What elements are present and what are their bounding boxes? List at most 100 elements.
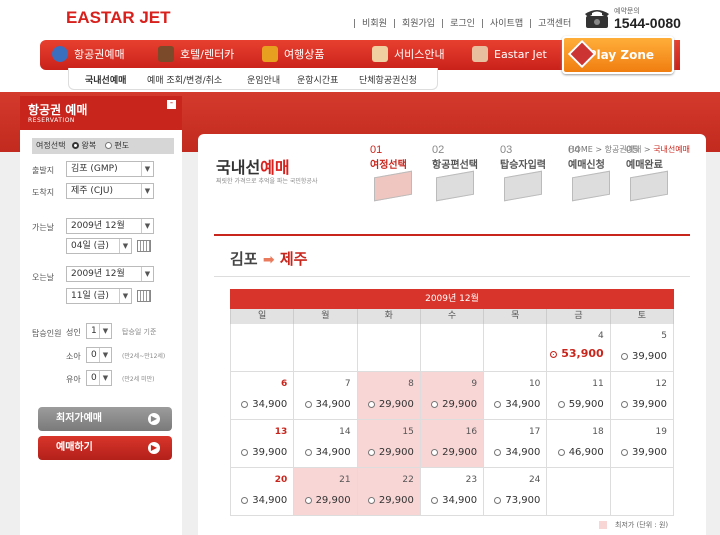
- subnav-group[interactable]: 단체항공권신청: [359, 73, 417, 86]
- fare-radio[interactable]: [304, 496, 312, 504]
- fare-price: 39,900: [620, 399, 667, 410]
- calendar-day[interactable]: 9 29,900: [420, 372, 485, 419]
- calendar-day[interactable]: 22 29,900: [357, 468, 421, 515]
- fare-radio[interactable]: [494, 448, 502, 456]
- calendar-day[interactable]: 20 34,900: [231, 468, 295, 515]
- fare-radio[interactable]: [494, 496, 502, 504]
- fare-amount: 34,900: [315, 447, 351, 458]
- minimize-icon[interactable]: -: [167, 99, 176, 109]
- step-4: 04 예매신청: [568, 144, 624, 204]
- to-select[interactable]: 제주 (CJU) ▼: [66, 183, 154, 199]
- depart-day-select[interactable]: 04일 (금) ▼: [66, 238, 132, 254]
- calendar-day[interactable]: 21 29,900: [294, 468, 358, 515]
- route-title: 김포 ➡ 제주: [230, 248, 307, 269]
- fare-radio[interactable]: [431, 400, 439, 408]
- top-link-join[interactable]: 회원가입: [402, 19, 435, 29]
- calendar-day[interactable]: 7 34,900: [294, 372, 358, 419]
- fare-price: 29,900: [367, 447, 414, 458]
- from-select[interactable]: 김포 (GMP) ▼: [66, 161, 154, 177]
- panel-title: 항공권 예매: [28, 103, 88, 117]
- calendar-day[interactable]: 12 39,900: [611, 372, 674, 419]
- fare-radio[interactable]: [557, 448, 565, 456]
- top-link-support[interactable]: 고객센터: [538, 19, 571, 29]
- depart-month-select[interactable]: 2009년 12월 ▼: [66, 218, 154, 234]
- chevron-down-icon: ▼: [141, 162, 153, 176]
- day-number: 20: [274, 475, 288, 485]
- fare-amount: 29,900: [378, 399, 414, 410]
- fare-radio[interactable]: [304, 400, 312, 408]
- calendar-day[interactable]: 5 39,900: [611, 324, 674, 371]
- fare-amount: 29,900: [442, 399, 478, 410]
- calendar-day[interactable]: 16 29,900: [420, 420, 485, 467]
- calendar-day[interactable]: 8 29,900: [357, 372, 421, 419]
- calendar-icon[interactable]: [137, 240, 151, 252]
- nav-service-info[interactable]: 서비스안내: [372, 40, 445, 70]
- eastar-jet-logo[interactable]: EASTAR JET: [66, 8, 171, 28]
- top-link-sitemap[interactable]: 사이트맵: [490, 19, 523, 29]
- book-button[interactable]: 예매하기 ▶: [38, 436, 172, 460]
- weekday-sun: 일: [231, 309, 295, 324]
- day-number: 12: [655, 379, 667, 389]
- calendar-day[interactable]: 6 34,900: [231, 372, 295, 419]
- calendar-day[interactable]: 18 46,900: [547, 420, 611, 467]
- fare-radio[interactable]: [241, 400, 249, 408]
- one-way-radio[interactable]: 편도: [104, 141, 129, 150]
- fare-price: 34,900: [304, 399, 351, 410]
- fare-radio[interactable]: [550, 350, 558, 358]
- fare-radio[interactable]: [620, 400, 628, 408]
- fare-radio[interactable]: [431, 496, 439, 504]
- calendar-day[interactable]: 11 59,900: [547, 372, 611, 419]
- lowest-fare-button[interactable]: 최저가예매 ▶: [38, 407, 172, 431]
- subnav-fares[interactable]: 운임안내: [247, 73, 280, 86]
- arrow-right-icon: ➡: [262, 252, 275, 268]
- chevron-down-icon: ▼: [141, 184, 153, 198]
- calendar-day[interactable]: 19 39,900: [611, 420, 674, 467]
- panel-header: 항공권 예매 RESERVATION -: [20, 96, 182, 130]
- calendar-day[interactable]: 13 39,900: [231, 420, 295, 467]
- play-zone-button[interactable]: Play Zone: [562, 36, 674, 74]
- fare-radio[interactable]: [367, 448, 375, 456]
- calendar-icon[interactable]: [137, 290, 151, 302]
- calendar-day[interactable]: 23 34,900: [421, 468, 485, 515]
- calendar-day[interactable]: 15 29,900: [357, 420, 421, 467]
- top-link-login[interactable]: 로그인: [450, 19, 475, 29]
- fare-radio[interactable]: [431, 448, 439, 456]
- calendar-body: 4 53,900 5 39,900 6 34,900 7 34,900 8 29,900 9 29,9…: [230, 324, 674, 516]
- globe-icon: [52, 45, 68, 62]
- calendar-empty: [611, 468, 674, 515]
- adult-select[interactable]: 1 ▼: [86, 323, 112, 339]
- weekday-sat: 토: [611, 309, 674, 324]
- calendar-day[interactable]: 14 34,900: [294, 420, 358, 467]
- subnav-domestic[interactable]: 국내선예매: [85, 73, 126, 86]
- return-month-select[interactable]: 2009년 12월 ▼: [66, 266, 154, 282]
- fare-radio[interactable]: [367, 400, 375, 408]
- fare-radio[interactable]: [494, 400, 502, 408]
- weekday-header: 일 월 화 수 목 금 토: [230, 309, 674, 324]
- round-trip-radio[interactable]: 왕복: [72, 141, 96, 150]
- fare-radio[interactable]: [241, 448, 249, 456]
- nav-eastar-jet[interactable]: Eastar Jet: [472, 40, 547, 70]
- return-day-select[interactable]: 11일 (금) ▼: [66, 288, 132, 304]
- subnav-schedule[interactable]: 운항시간표: [297, 73, 338, 86]
- fare-radio[interactable]: [557, 400, 565, 408]
- child-select[interactable]: 0 ▼: [86, 347, 112, 363]
- calendar-day[interactable]: 17 34,900: [484, 420, 548, 467]
- page-title: 국내선예매: [216, 158, 290, 177]
- fare-price: 34,900: [241, 495, 287, 506]
- fare-radio[interactable]: [241, 496, 249, 504]
- nav-travel-products[interactable]: 여행상품: [262, 40, 324, 70]
- nav-hotel-rental[interactable]: 호텔/렌터카: [158, 40, 234, 70]
- top-link-guest[interactable]: 비회원: [362, 19, 387, 29]
- subnav-manage[interactable]: 예매 조회/변경/취소: [147, 73, 222, 86]
- infant-select[interactable]: 0 ▼: [86, 370, 112, 386]
- fare-radio[interactable]: [620, 448, 628, 456]
- fare-radio[interactable]: [367, 496, 375, 504]
- weekday-thu: 목: [484, 309, 548, 324]
- fare-radio[interactable]: [304, 448, 312, 456]
- nav-flight-booking[interactable]: 항공권예매: [52, 40, 125, 70]
- calendar-day[interactable]: 24 73,900: [484, 468, 548, 515]
- calendar-day[interactable]: 10 34,900: [484, 372, 548, 419]
- fare-radio[interactable]: [620, 352, 628, 360]
- calendar-day[interactable]: 4 53,900: [547, 324, 611, 371]
- fare-amount: 34,900: [315, 399, 351, 410]
